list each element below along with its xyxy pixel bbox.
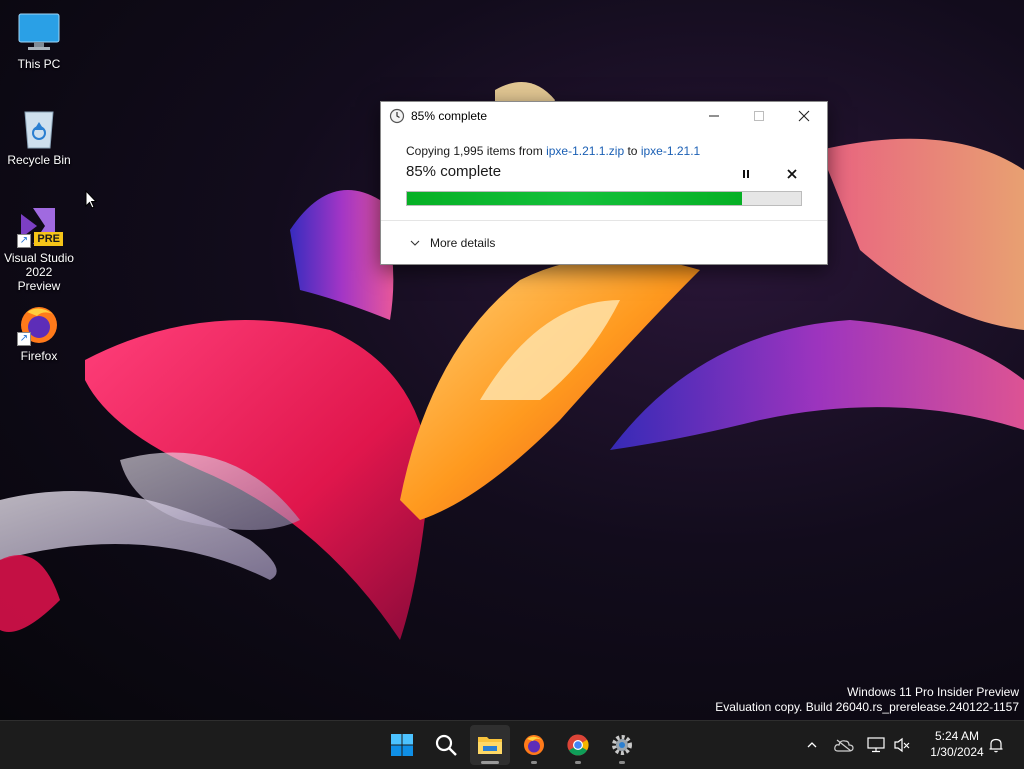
desktop-icon-label: Visual Studio 2022 Preview	[4, 251, 74, 293]
firefox-icon	[524, 735, 544, 755]
network-icon	[867, 737, 885, 753]
start-icon	[391, 734, 413, 756]
cancel-icon	[787, 169, 797, 179]
source-link[interactable]: ipxe-1.21.1.zip	[546, 144, 624, 158]
dialog-title: 85% complete	[411, 109, 488, 123]
pause-icon	[743, 170, 749, 178]
active-indicator	[481, 761, 499, 764]
running-indicator	[619, 761, 625, 764]
copy-description: Copying 1,995 items from ipxe-1.21.1.zip…	[406, 144, 700, 158]
search-icon	[435, 734, 457, 756]
desktop-icon-label: Firefox	[20, 349, 58, 363]
visual-studio-icon: PRE ↗	[17, 204, 63, 248]
watermark-line-1: Windows 11 Pro Insider Preview	[847, 685, 1019, 699]
file-explorer-icon	[478, 737, 502, 754]
onedrive-icon	[834, 739, 854, 752]
cancel-copy-button[interactable]	[783, 166, 801, 182]
clock-icon	[389, 108, 405, 124]
minimize-icon	[708, 115, 719, 117]
file-explorer-taskbar-button[interactable]	[470, 725, 510, 765]
volume-muted-icon	[894, 737, 910, 753]
copy-progress-dialog: 85% complete Copying 1,995 items from ip…	[380, 101, 828, 265]
more-details-toggle[interactable]: More details	[409, 236, 495, 250]
close-icon	[798, 110, 809, 122]
percent-complete-label: 85% complete	[406, 163, 502, 180]
mouse-cursor-icon	[85, 189, 98, 215]
firefox-taskbar-button[interactable]	[514, 725, 554, 765]
more-details-label: More details	[430, 236, 496, 250]
maximize-button[interactable]	[736, 102, 781, 130]
clock-date: 1/30/2024	[930, 745, 984, 759]
desktop-icon-this-pc[interactable]: This PC	[0, 10, 79, 71]
settings-taskbar-button[interactable]	[602, 725, 642, 765]
desktop-icon-label: Recycle Bin	[7, 153, 71, 167]
start-button[interactable]	[382, 725, 422, 765]
clock-time: 5:24 AM	[934, 729, 980, 743]
notification-bell-icon	[989, 738, 1003, 753]
desktop-icon-firefox[interactable]: ↗ Firefox	[0, 302, 79, 363]
shortcut-arrow-icon: ↗	[17, 332, 31, 346]
destination-link[interactable]: ipxe-1.21.1	[641, 144, 700, 158]
desktop-icon-recycle-bin[interactable]: Recycle Bin	[0, 106, 79, 167]
desktop-icon-visual-studio[interactable]: PRE ↗ Visual Studio 2022 Preview	[0, 204, 79, 293]
chevron-down-icon	[410, 240, 420, 246]
taskbar: 5:24 AM 1/30/2024	[0, 720, 1024, 769]
copy-progress-bar	[406, 191, 802, 206]
to-text: to	[627, 144, 638, 158]
pause-button[interactable]	[737, 166, 755, 182]
shortcut-arrow-icon: ↗	[17, 234, 31, 248]
show-hidden-icons-button[interactable]	[802, 735, 822, 755]
notifications-button[interactable]	[986, 735, 1006, 755]
chevron-up-icon	[807, 742, 817, 748]
running-indicator	[531, 761, 537, 764]
close-button[interactable]	[781, 102, 826, 130]
search-button[interactable]	[426, 725, 466, 765]
maximize-icon	[753, 111, 764, 121]
preview-badge: PRE	[34, 232, 63, 246]
firefox-icon: ↗	[17, 302, 61, 346]
minimize-button[interactable]	[691, 102, 736, 130]
monitor-icon	[17, 10, 61, 54]
progress-bar-fill	[407, 192, 742, 205]
dialog-titlebar[interactable]: 85% complete	[381, 102, 827, 130]
evaluation-watermark: Windows 11 Pro Insider Preview Evaluatio…	[715, 685, 1019, 715]
network-tray-button[interactable]	[866, 735, 886, 755]
dialog-divider	[381, 220, 827, 221]
copy-prefix-text: Copying 1,995 items from	[406, 144, 543, 158]
chrome-taskbar-button[interactable]	[558, 725, 598, 765]
recycle-bin-icon	[17, 106, 61, 150]
running-indicator	[575, 761, 581, 764]
onedrive-tray-button[interactable]	[834, 735, 854, 755]
settings-icon	[612, 735, 632, 755]
watermark-line-2: Evaluation copy. Build 26040.rs_prerelea…	[715, 700, 1019, 714]
chrome-icon	[567, 734, 589, 756]
taskbar-clock[interactable]: 5:24 AM 1/30/2024	[922, 728, 992, 760]
volume-tray-button[interactable]	[892, 735, 912, 755]
desktop-icon-label: This PC	[17, 57, 61, 71]
